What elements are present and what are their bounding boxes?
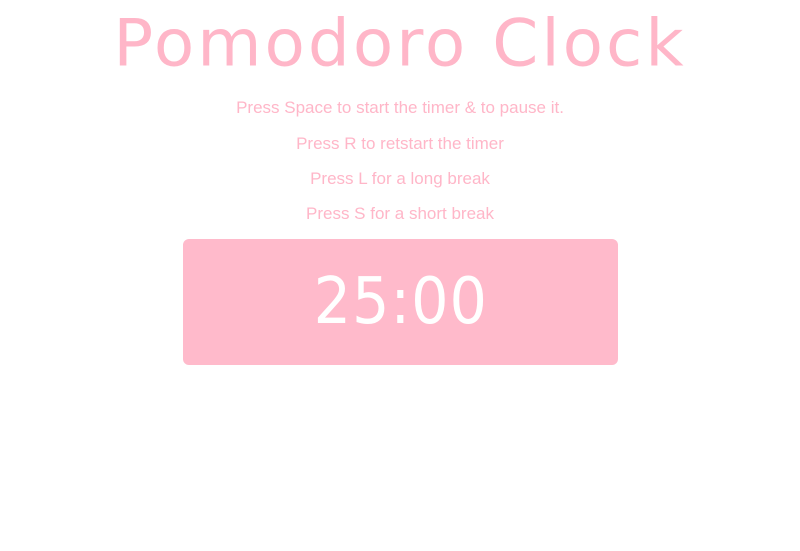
timer-countdown: 25:00 [313, 265, 488, 339]
instruction-r-restart: Press R to retstart the timer [296, 134, 504, 153]
instruction-l-long-break: Press L for a long break [310, 169, 490, 188]
timer-display-box[interactable]: 25:00 [183, 239, 618, 365]
instruction-s-short-break: Press S for a short break [305, 204, 495, 223]
pomodoro-page: Pomodoro Clock Press Space to start the … [0, 0, 800, 551]
page-title: Pomodoro Clock [113, 5, 687, 82]
instruction-space-start-pause: Press Space to start the timer & to paus… [236, 98, 564, 117]
